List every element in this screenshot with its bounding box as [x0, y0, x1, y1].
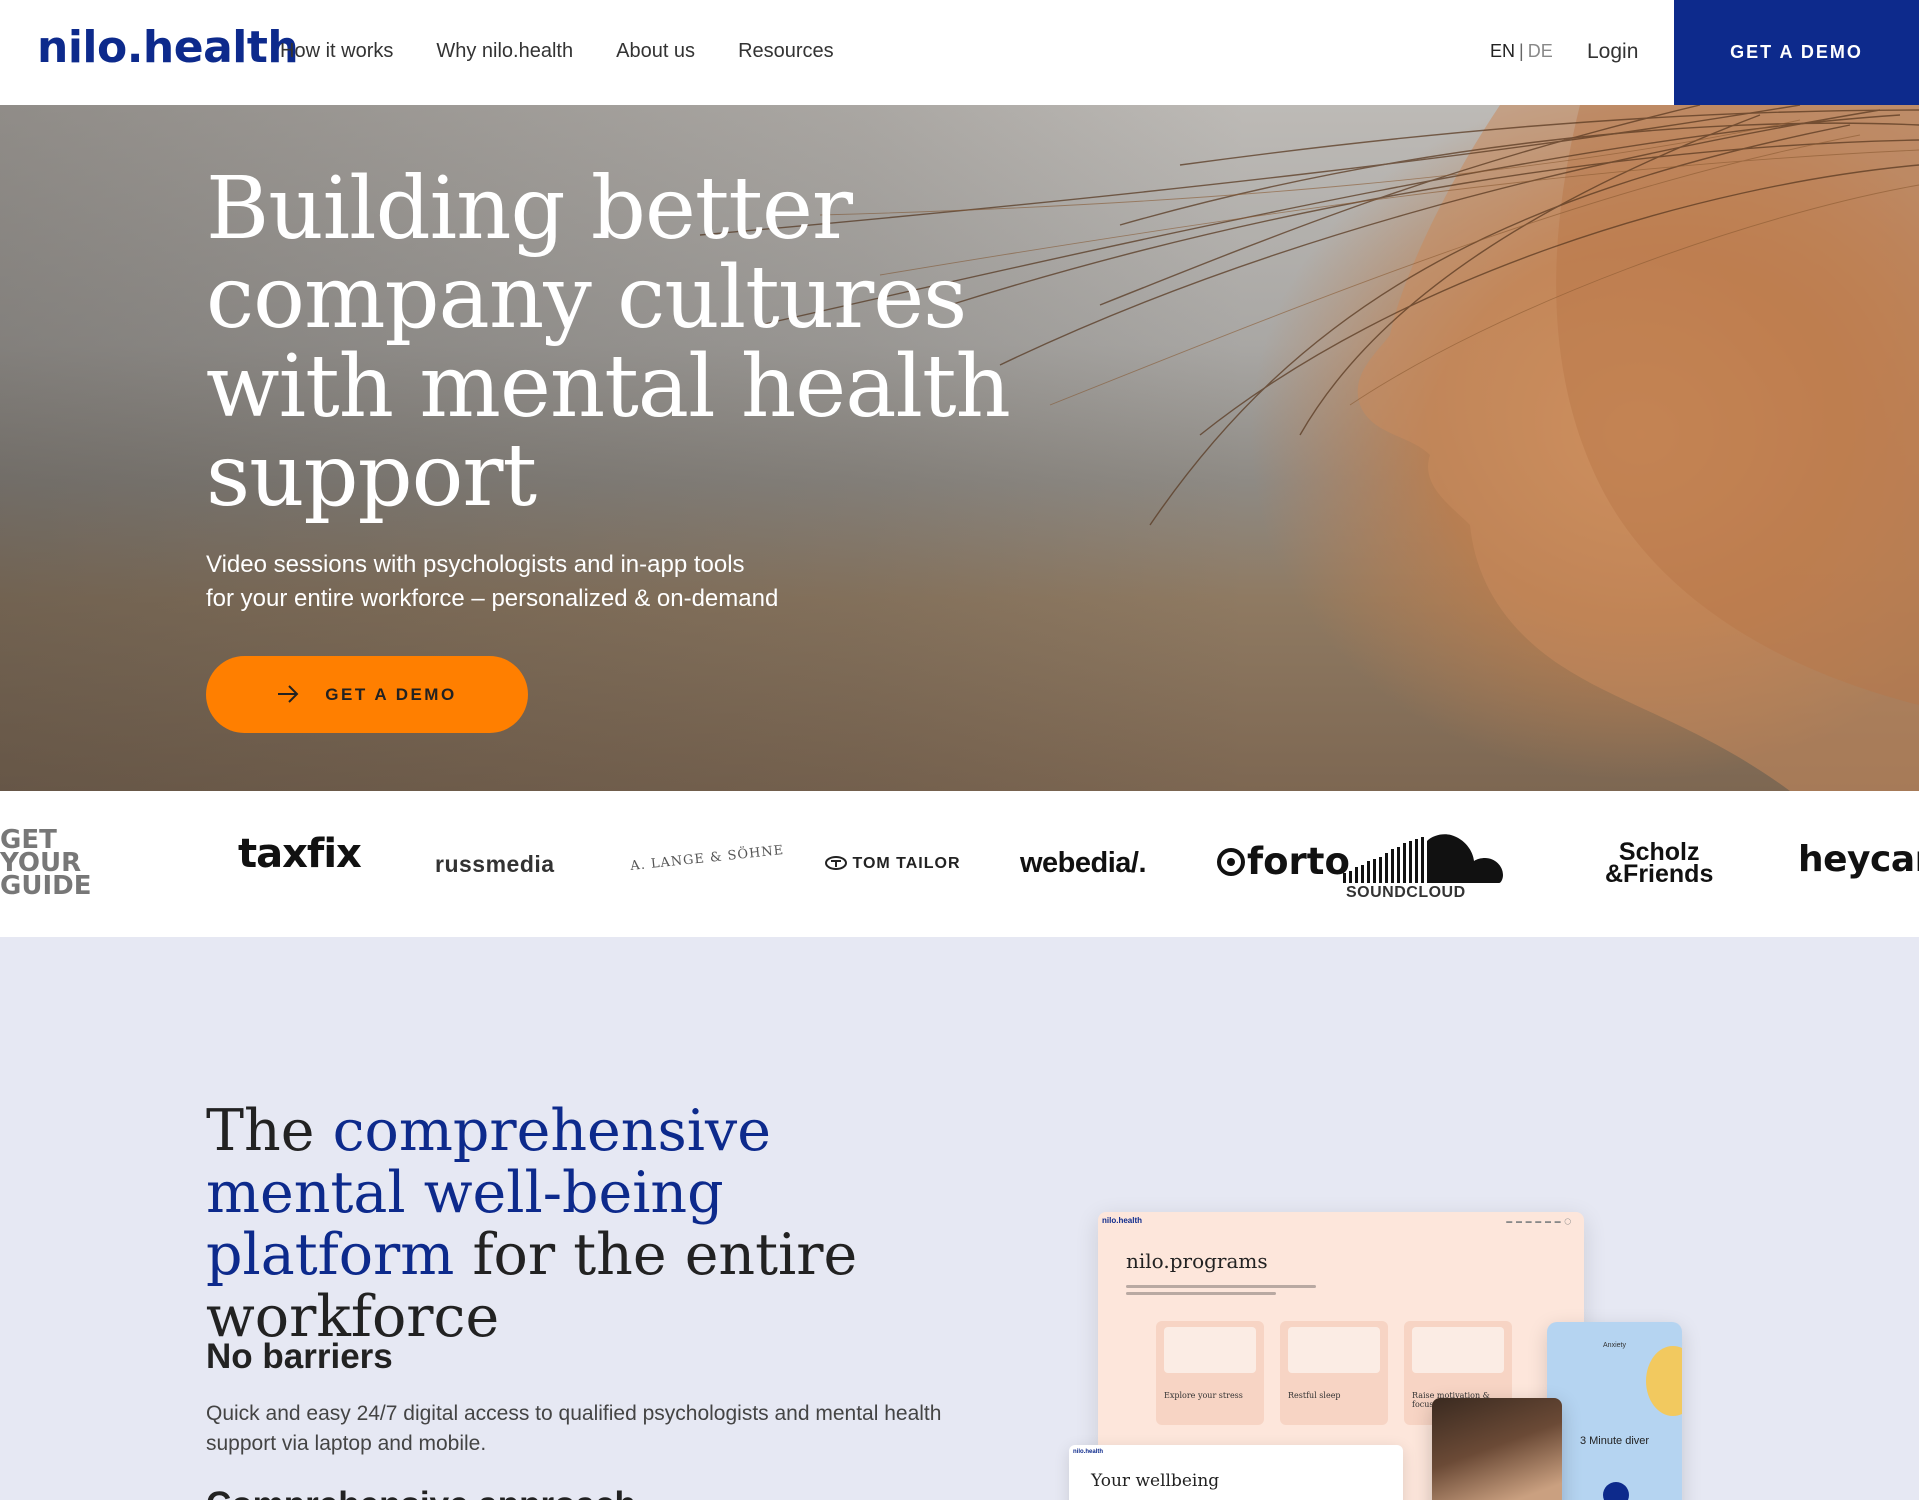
client-logo-strip: GET YOUR GUIDE taxfix russmedia A. LANGE…	[0, 791, 1919, 937]
lang-de[interactable]: DE	[1528, 41, 1553, 61]
nav-link-how-it-works[interactable]: How it works	[280, 40, 393, 63]
logo-taxfix: taxfix	[238, 831, 362, 877]
feature-comprehensive-title: Comprehensive approach	[206, 1485, 636, 1500]
hero-cta-label: GET A DEMO	[325, 684, 457, 704]
phone-screen-mockup: Anxiety 3 Minute diver	[1547, 1322, 1682, 1500]
program-card-illustration	[1164, 1327, 1256, 1373]
play-icon	[1603, 1482, 1629, 1500]
logo-russmedia: russmedia	[435, 851, 555, 877]
logo-tom-tailor: TOM TAILOR	[825, 855, 961, 873]
tom-tailor-emblem-icon	[825, 856, 847, 870]
logo-getyourguide: GET YOUR GUIDE	[0, 827, 92, 901]
logo-getyourguide-line-3: GUIDE	[0, 871, 92, 901]
mockup-description-lines	[1126, 1285, 1326, 1301]
hero-subtitle-line-2: for your entire workforce – personalized…	[206, 585, 779, 612]
mockup-brand: nilo.health	[1073, 1449, 1103, 1455]
platform-title-pre: The	[206, 1098, 333, 1164]
logo-heycar: heycar	[1798, 839, 1919, 880]
language-switcher: EN | DE	[1490, 41, 1553, 62]
nav-link-why-nilo[interactable]: Why nilo.health	[436, 40, 573, 63]
mockup-wellbeing-title: Your wellbeing	[1091, 1471, 1220, 1491]
program-card-title: Explore your stress	[1164, 1391, 1243, 1400]
phone-blob-shape	[1646, 1346, 1682, 1416]
program-card: Restful sleep	[1280, 1321, 1388, 1425]
hero-subtitle-line-1: Video sessions with psychologists and in…	[206, 551, 745, 578]
hero-section: Building better company cultures with me…	[0, 105, 1919, 791]
hero-title: Building better company cultures with me…	[206, 159, 1011, 526]
program-card-illustration	[1288, 1327, 1380, 1373]
nav-get-demo-button[interactable]: GET A DEMO	[1674, 0, 1919, 105]
logo-webedia: webedia/.	[1020, 847, 1147, 879]
nav-link-about-us[interactable]: About us	[616, 40, 695, 63]
program-card-title: Restful sleep	[1288, 1391, 1341, 1400]
main-menu: How it works Why nilo.health About us Re…	[280, 40, 834, 63]
arrow-right-icon	[277, 679, 299, 710]
phone-heading: 3 Minute diver	[1579, 1435, 1650, 1447]
program-card-illustration	[1412, 1327, 1504, 1373]
logo-forto: forto	[1215, 840, 1350, 883]
wellbeing-screen-mockup: nilo.health Your wellbeing	[1069, 1445, 1403, 1500]
top-nav: nilo.health How it works Why nilo.health…	[0, 0, 1919, 105]
mockup-programs-title: nilo.programs	[1126, 1249, 1268, 1273]
forto-ring-icon	[1217, 848, 1245, 876]
psychologist-photo	[1432, 1398, 1562, 1500]
mockup-brand: nilo.health	[1102, 1216, 1142, 1225]
nav-link-resources[interactable]: Resources	[738, 40, 834, 63]
lang-en[interactable]: EN	[1490, 41, 1515, 61]
lang-separator: |	[1519, 41, 1524, 61]
logo-lange-soehne: A. LANGE & SÖHNE	[629, 842, 785, 875]
platform-title: The comprehensive mental well-being plat…	[206, 1100, 966, 1348]
hero-get-demo-button[interactable]: GET A DEMO	[206, 656, 528, 733]
logo-tom-tailor-text: TOM TAILOR	[852, 855, 961, 872]
logo-soundcloud: SOUNDCLOUD	[1346, 884, 1466, 901]
brand-logo[interactable]: nilo.health	[37, 22, 299, 73]
platform-section: The comprehensive mental well-being plat…	[0, 937, 1919, 1500]
logo-scholz-line-2: &Friends	[1605, 860, 1714, 888]
feature-no-barriers-title: No barriers	[206, 1337, 393, 1376]
feature-no-barriers-body: Quick and easy 24/7 digital access to qu…	[206, 1402, 942, 1455]
program-card: Explore your stress	[1156, 1321, 1264, 1425]
hero-subtitle: Video sessions with psychologists and in…	[206, 548, 906, 616]
logo-forto-text: forto	[1247, 840, 1350, 883]
login-link[interactable]: Login	[1587, 40, 1638, 64]
mockup-nav-placeholder: ▬ ▬ ▬ ▬ ▬ ▬ ◯	[1506, 1219, 1572, 1225]
logo-scholz-friends: Scholz &Friends	[1605, 840, 1714, 888]
